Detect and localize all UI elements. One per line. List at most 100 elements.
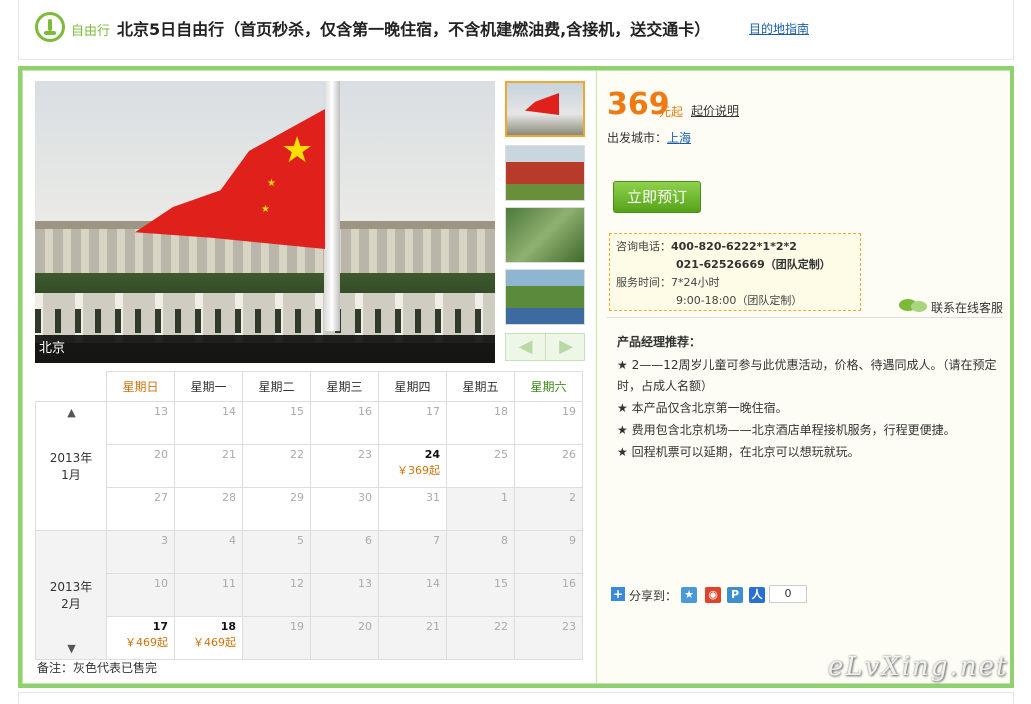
- day-number: 19: [290, 620, 304, 633]
- day-number: 20: [154, 448, 168, 461]
- weekday-header: 星期四: [378, 371, 447, 402]
- day-number: 23: [358, 448, 372, 461]
- online-service-link[interactable]: 联系在线客服: [931, 299, 1003, 316]
- day-number: 5: [297, 534, 304, 547]
- day-number: 16: [562, 577, 576, 590]
- page-header: 自由行 北京5日自由行（首页秒杀，仅含第一晚住宿，不含机建燃油费,含接机，送交通…: [18, 0, 1014, 60]
- thumbnail-4[interactable]: [505, 269, 585, 325]
- calendar-day: 19: [514, 401, 583, 445]
- calendar-day: 14: [174, 401, 243, 445]
- price-explain-link[interactable]: 起价说明: [691, 102, 739, 119]
- calendar-day: 4: [174, 530, 243, 574]
- calendar-day: 31: [378, 487, 447, 531]
- price-unit: 元起: [659, 105, 684, 119]
- prev-thumb-button[interactable]: ◀: [506, 334, 546, 360]
- service-hours: 7*24小时: [671, 276, 720, 289]
- day-number: 20: [358, 620, 372, 633]
- thumbnail-2[interactable]: [505, 145, 585, 201]
- calendar-day: 8: [446, 530, 515, 574]
- calendar-day[interactable]: 17 ￥469起: [106, 616, 175, 660]
- calendar-day: 21: [378, 616, 447, 660]
- calendar-day: 1: [446, 487, 515, 531]
- calendar-day: 20: [106, 444, 175, 488]
- calendar-prev-icon[interactable]: ▲: [36, 406, 107, 419]
- day-number: 15: [290, 405, 304, 418]
- product-main-panel: ★ ★ ★ 北京 ◀ ▶ 星期日 星期一 星期二 星期三 星期四 星期五 星期六: [18, 66, 1014, 688]
- day-number: 17: [152, 620, 168, 633]
- month-year: 2013年: [49, 451, 93, 465]
- recommend-list: ★ 2——12周岁儿童可参与此优惠活动，价格、待遇同成人。（请在预定时，占成人名…: [617, 355, 1005, 464]
- day-number: 12: [290, 577, 304, 590]
- calendar-day: 27: [106, 487, 175, 531]
- calendar-day: 12: [242, 573, 311, 617]
- next-thumb-button[interactable]: ▶: [546, 334, 586, 360]
- calendar-day: 9: [514, 530, 583, 574]
- day-number: 8: [501, 534, 508, 547]
- qzone-icon[interactable]: ★: [681, 587, 697, 603]
- day-number: 6: [365, 534, 372, 547]
- calendar-note: 备注：灰色代表已售完: [37, 661, 158, 675]
- calendar-day: 11: [174, 573, 243, 617]
- day-number: 13: [358, 577, 372, 590]
- share-count: 0: [769, 585, 807, 603]
- calendar-day: 7: [378, 530, 447, 574]
- calendar-day: 21: [174, 444, 243, 488]
- destination-guide-link[interactable]: 目的地指南: [749, 20, 809, 37]
- day-number: 9: [569, 534, 576, 547]
- day-number: 4: [229, 534, 236, 547]
- book-now-button[interactable]: 立即预订: [613, 181, 701, 213]
- contact-box: 咨询电话：400-820-6222*1*2*2 021-62526669（团队定…: [609, 233, 861, 311]
- photo-caption: 北京: [35, 335, 495, 363]
- day-number: 26: [562, 448, 576, 461]
- day-number: 21: [222, 448, 236, 461]
- day-number: 31: [426, 491, 440, 504]
- calendar-day: 25: [446, 444, 515, 488]
- day-number: 13: [154, 405, 168, 418]
- day-number: 3: [161, 534, 168, 547]
- chat-icon[interactable]: [899, 297, 929, 313]
- calendar-day: 30: [310, 487, 379, 531]
- day-price[interactable]: ￥469起: [107, 634, 168, 650]
- month-name: 1月: [61, 468, 81, 482]
- departure-city-link[interactable]: 上海: [667, 131, 691, 145]
- day-number: 19: [562, 405, 576, 418]
- calendar-day: 26: [514, 444, 583, 488]
- recommend-item: ★ 2——12周岁儿童可参与此优惠活动，价格、待遇同成人。（请在预定时，占成人名…: [617, 358, 997, 393]
- day-price[interactable]: ￥369起: [379, 462, 440, 478]
- thumbnail-3[interactable]: [505, 207, 585, 263]
- month-name: 2月: [61, 597, 81, 611]
- thumbnail-1[interactable]: [505, 81, 585, 137]
- calendar-day: 16: [310, 401, 379, 445]
- recommend-item: ★ 回程机票可以延期，在北京可以想玩就玩。: [617, 445, 860, 459]
- calendar-day: 19: [242, 616, 311, 660]
- weekday-header: 星期一: [174, 371, 243, 402]
- renren-icon[interactable]: 人: [749, 587, 765, 603]
- month-year: 2013年: [49, 580, 93, 594]
- main-photo[interactable]: ★ ★ ★: [35, 81, 495, 363]
- share-label: 分享到：: [629, 589, 678, 603]
- calendar-day[interactable]: 18 ￥469起: [174, 616, 243, 660]
- phone-number: 400-820-6222*1*2*2: [671, 240, 797, 253]
- price-calendar: 星期日 星期一 星期二 星期三 星期四 星期五 星期六 ▲ 2013年 1月 13 14…: [35, 371, 583, 660]
- weekday-header: 星期六: [514, 371, 583, 402]
- next-section-edge: [18, 692, 1014, 704]
- calendar-day: 17: [378, 401, 447, 445]
- day-number: 28: [222, 491, 236, 504]
- departure-label: 出发城市：: [607, 131, 668, 145]
- day-number: 15: [494, 577, 508, 590]
- product-tag: 自由行: [71, 24, 111, 39]
- day-price[interactable]: ￥469起: [175, 634, 236, 650]
- day-number: 14: [222, 405, 236, 418]
- weibo-icon[interactable]: ◉: [705, 587, 721, 603]
- free-travel-icon: [35, 12, 65, 42]
- calendar-day: 5: [242, 530, 311, 574]
- day-number: 21: [426, 620, 440, 633]
- calendar-day[interactable]: 24 ￥369起: [378, 444, 447, 488]
- calendar-day: 3: [106, 530, 175, 574]
- phone-label: 咨询电话：: [616, 240, 671, 253]
- share-plus-icon[interactable]: +: [611, 587, 625, 601]
- calendar-next-icon[interactable]: ▼: [36, 642, 107, 655]
- calendar-day: 16: [514, 573, 583, 617]
- tencent-icon[interactable]: P: [727, 587, 743, 603]
- calendar-day: 22: [242, 444, 311, 488]
